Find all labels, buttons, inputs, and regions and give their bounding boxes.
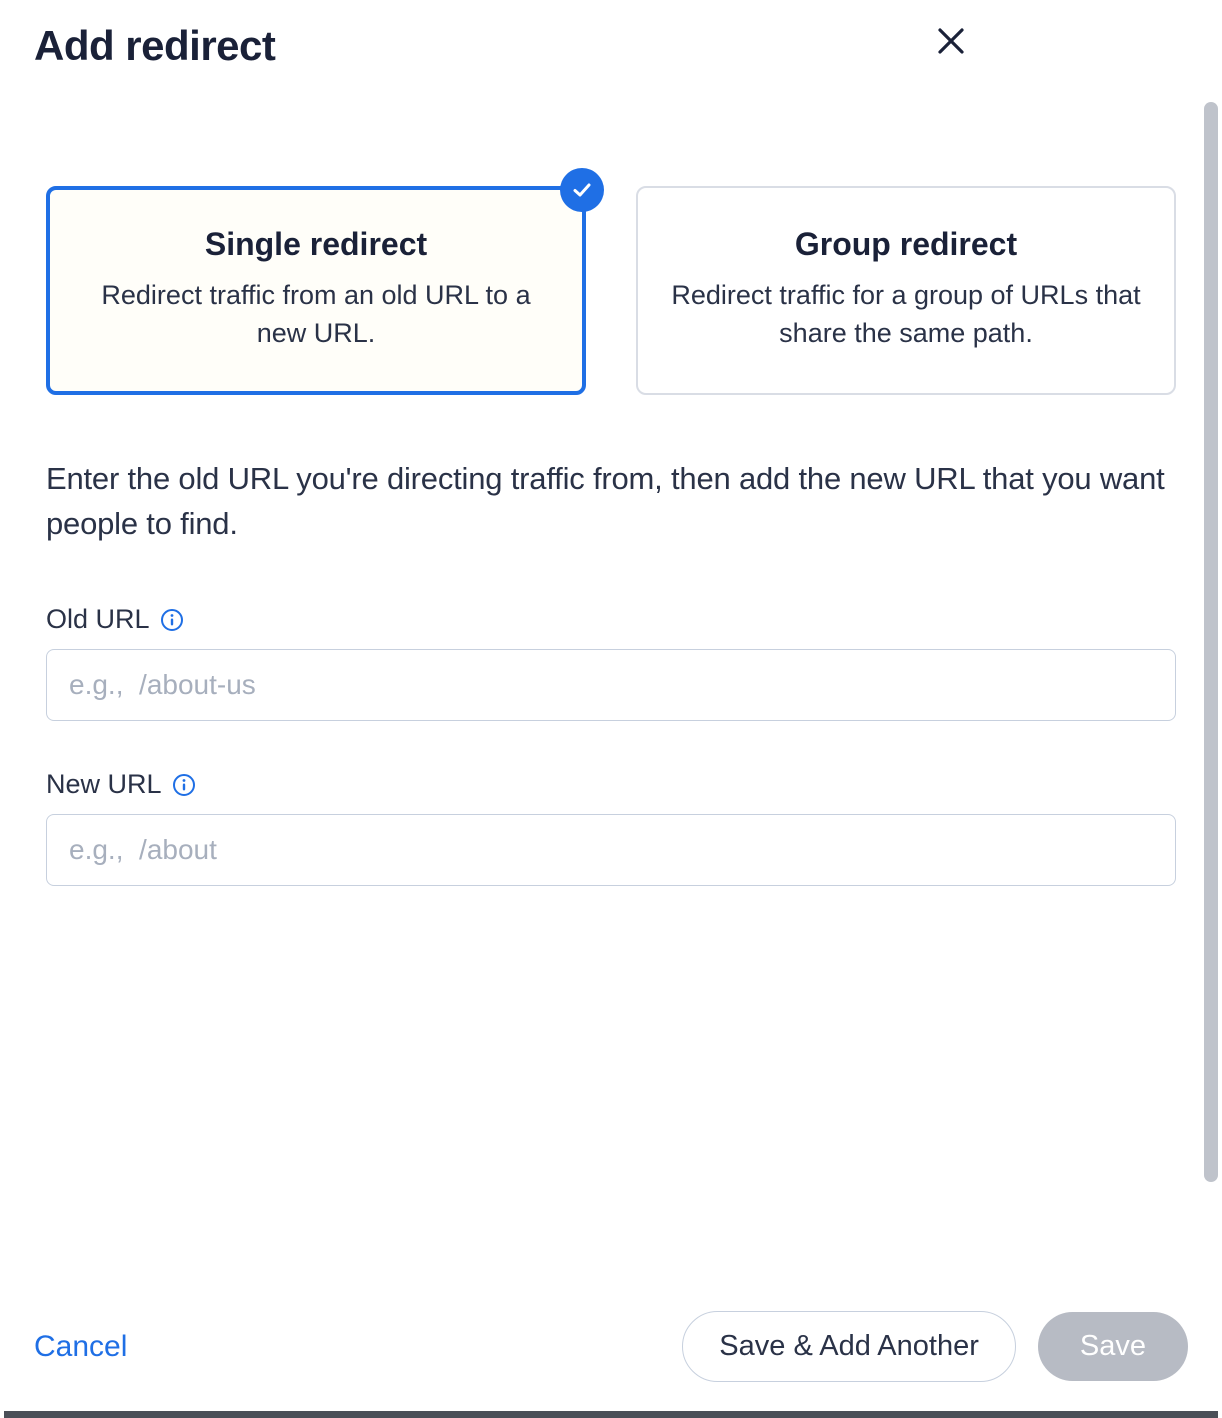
dialog-header: Add redirect: [0, 0, 1222, 70]
single-redirect-title: Single redirect: [78, 226, 554, 263]
new-url-field-group: New URL: [46, 769, 1176, 886]
group-redirect-title: Group redirect: [668, 226, 1144, 263]
new-url-label: New URL: [46, 769, 162, 800]
instruction-text: Enter the old URL you're directing traff…: [46, 457, 1176, 547]
close-button[interactable]: [930, 20, 972, 62]
info-icon: [172, 773, 196, 797]
old-url-info-button[interactable]: [160, 608, 184, 632]
group-redirect-card[interactable]: Group redirect Redirect traffic for a gr…: [636, 186, 1176, 395]
save-add-another-button[interactable]: Save & Add Another: [682, 1311, 1016, 1382]
redirect-type-options: Single redirect Redirect traffic from an…: [46, 186, 1176, 395]
new-url-label-row: New URL: [46, 769, 1176, 800]
new-url-input[interactable]: [46, 814, 1176, 886]
info-icon: [160, 608, 184, 632]
new-url-info-button[interactable]: [172, 773, 196, 797]
old-url-label-row: Old URL: [46, 604, 1176, 635]
old-url-field-group: Old URL: [46, 604, 1176, 721]
add-redirect-dialog: Add redirect Single redirect Redirect tr…: [0, 0, 1222, 1418]
bottom-border: [4, 1411, 1218, 1418]
group-redirect-description: Redirect traffic for a group of URLs tha…: [668, 277, 1144, 353]
single-redirect-description: Redirect traffic from an old URL to a ne…: [78, 277, 554, 353]
old-url-label: Old URL: [46, 604, 150, 635]
single-redirect-card[interactable]: Single redirect Redirect traffic from an…: [46, 186, 586, 395]
old-url-input[interactable]: [46, 649, 1176, 721]
scrollbar[interactable]: [1204, 102, 1218, 1182]
cancel-button[interactable]: Cancel: [34, 1322, 127, 1372]
save-button[interactable]: Save: [1038, 1312, 1188, 1381]
dialog-body: Single redirect Redirect traffic from an…: [0, 130, 1222, 1310]
dialog-footer: Cancel Save & Add Another Save: [0, 1311, 1222, 1382]
close-icon: [936, 26, 966, 56]
footer-right: Save & Add Another Save: [682, 1311, 1188, 1382]
check-icon: [571, 179, 593, 201]
selected-badge: [560, 168, 604, 212]
dialog-title: Add redirect: [34, 22, 275, 70]
